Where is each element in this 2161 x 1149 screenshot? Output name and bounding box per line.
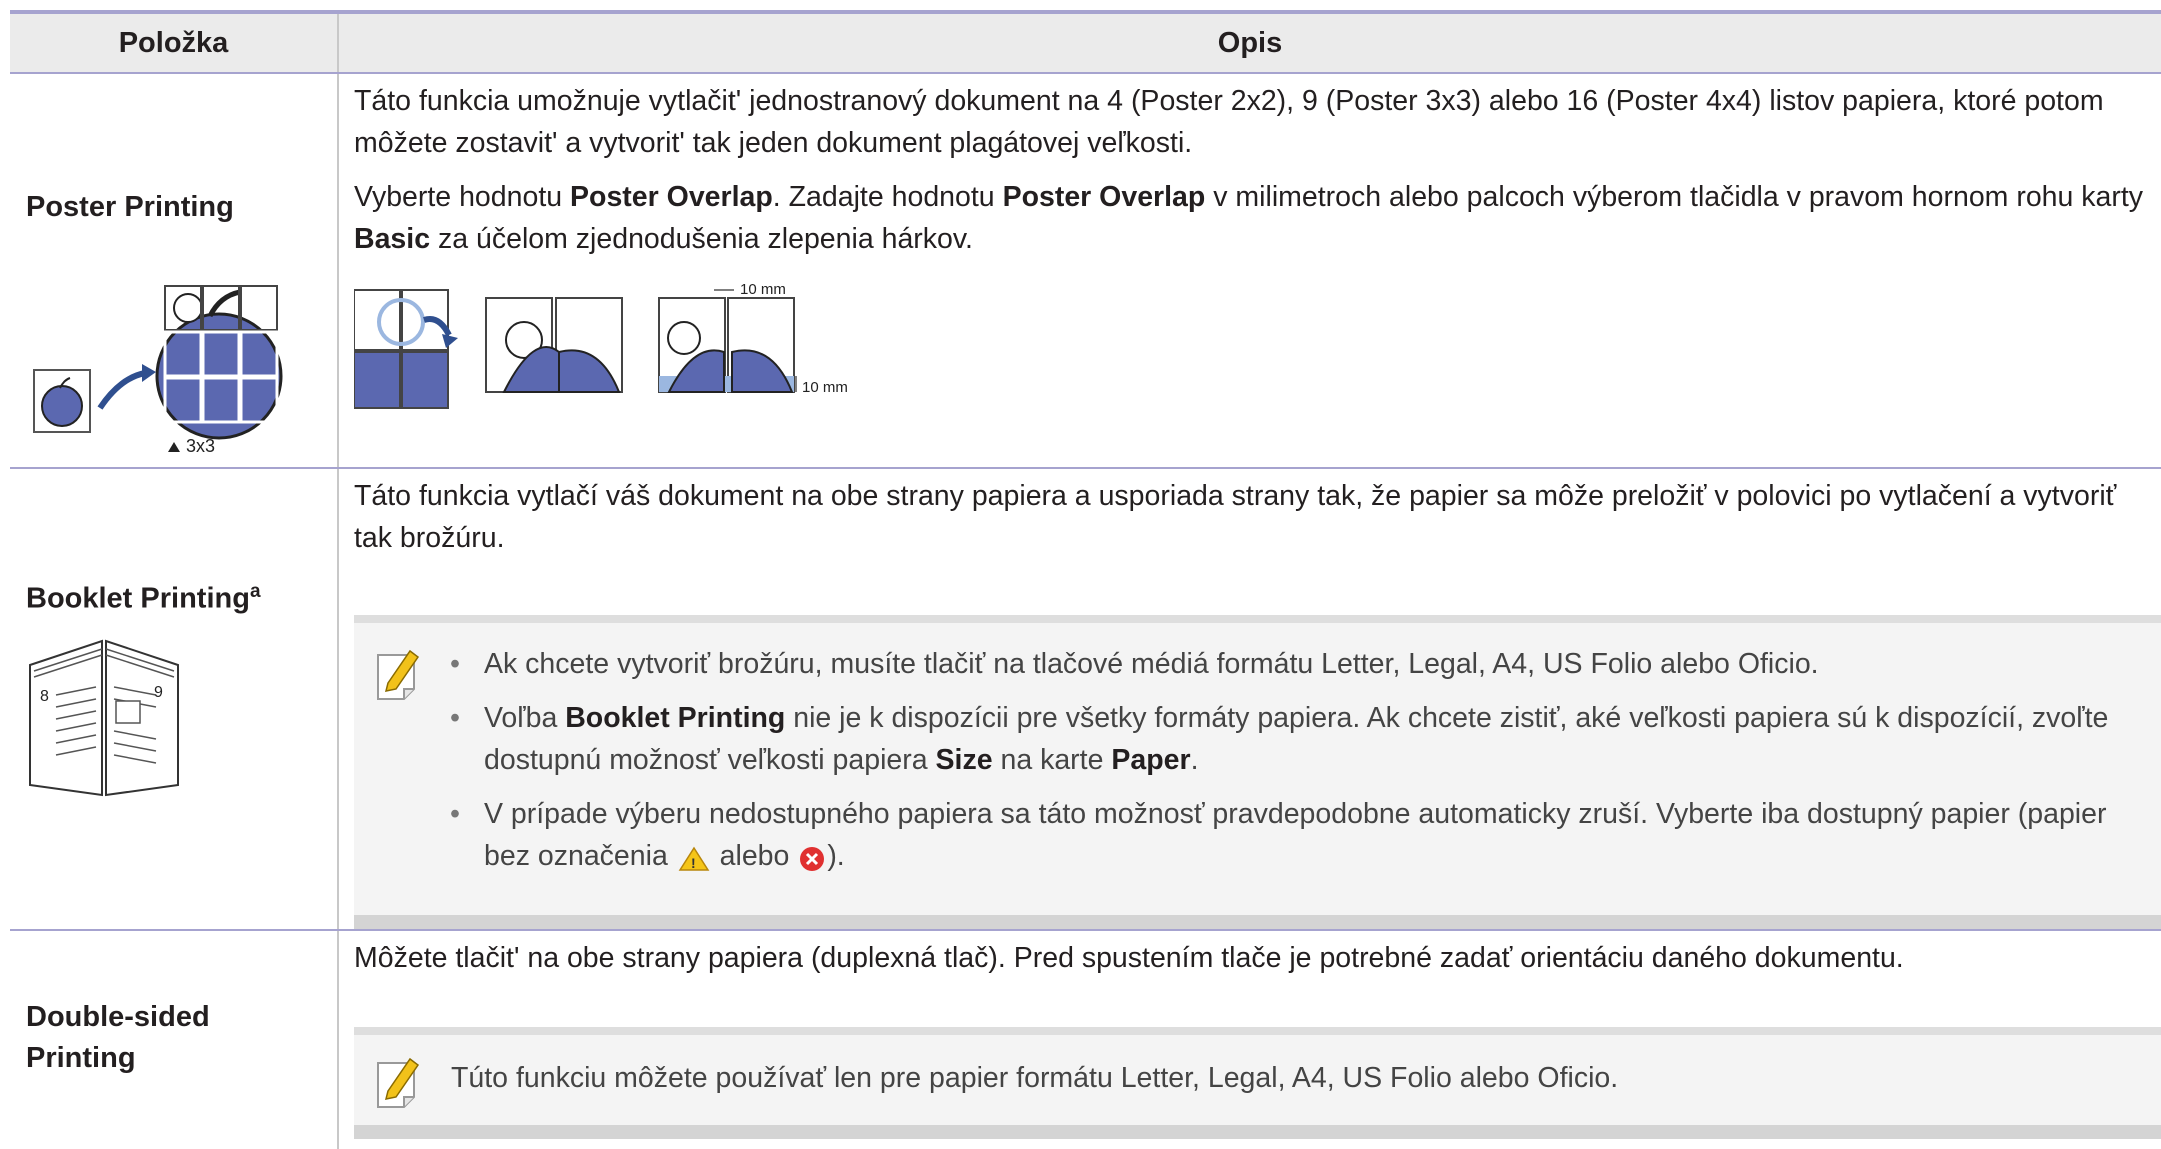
warning-icon: !: [678, 847, 710, 871]
booklet-icon: 8 9: [29, 639, 179, 797]
item-cell-duplex: Double-sided Printing: [10, 930, 339, 1149]
footnote-marker: a: [249, 581, 261, 602]
table-row-duplex: Double-sided Printing Môžete tlačit' na o…: [10, 930, 2161, 1149]
column-header-item: Položka: [10, 14, 339, 74]
poster-description-2: Vyberte hodnotu Poster Overlap. Zadajte …: [354, 181, 2144, 255]
apple-tiles: [155, 285, 283, 440]
note-pencil-icon: [377, 1057, 420, 1108]
item-cell-poster: Poster Printing 3x3: [10, 73, 339, 469]
item-title-booklet: Booklet Printinga: [26, 581, 261, 615]
error-icon: [800, 847, 825, 872]
booklet-note-1: Ak chcete vytvoriť brožúru, musíte tlači…: [450, 643, 2151, 685]
poster-grid-illustration: 3x3: [33, 285, 283, 456]
poster-overlap-illustration: 10 mm 10 mm: [353, 281, 848, 409]
overlap-label-horizontal: 10 mm: [740, 281, 786, 298]
description-cell-booklet: Táto funkcia vytlačí váš dokument na obe…: [338, 468, 2161, 931]
small-apple-icon: [33, 369, 91, 433]
poster-description-1: Táto funkcia umožnuje vytlačit' jednostr…: [354, 85, 2104, 159]
features-table: Položka Opis Poster Printing 3x3 Táto fu…: [10, 14, 2161, 1149]
description-cell-duplex: Môžete tlačit' na obe strany papiera (du…: [338, 930, 2161, 1149]
duplex-note-box: Túto funkciu môžete používať len pre pap…: [354, 1027, 2161, 1139]
svg-text:!: !: [691, 855, 696, 871]
duplex-note-text: Túto funkciu môžete používať len pre pap…: [451, 1062, 1619, 1094]
page-number-right: 9: [154, 684, 163, 701]
description-cell-poster: Táto funkcia umožnuje vytlačit' jednostr…: [338, 73, 2161, 469]
overlap-label-vertical: 10 mm: [802, 379, 848, 396]
duplex-description: Môžete tlačit' na obe strany papiera (du…: [354, 942, 1904, 974]
booklet-note-3: V prípade výberu nedostupného papiera sa…: [450, 793, 2151, 877]
grid-size-label: 3x3: [186, 436, 215, 456]
booklet-description: Táto funkcia vytlačí váš dokument na obe…: [354, 480, 2117, 554]
column-header-description: Opis: [338, 14, 2161, 74]
item-title-poster: Poster Printing: [26, 191, 234, 223]
booklet-note-2: Voľba Booklet Printing nie je k dispozíc…: [450, 697, 2151, 781]
note-pencil-icon: [377, 649, 420, 700]
page-number-left: 8: [40, 688, 49, 705]
table-header-row: Položka Opis: [10, 14, 2161, 74]
table-row-poster: Poster Printing 3x3 Táto funkcia umožnuj…: [10, 73, 2161, 469]
item-title-duplex: Double-sided Printing: [26, 1001, 210, 1074]
item-cell-booklet: Booklet Printinga 8 9: [10, 468, 339, 931]
table-row-booklet: Booklet Printinga 8 9 Táto funkcia vytla…: [10, 468, 2161, 931]
booklet-note-box: Ak chcete vytvoriť brožúru, musíte tlači…: [354, 615, 2161, 929]
